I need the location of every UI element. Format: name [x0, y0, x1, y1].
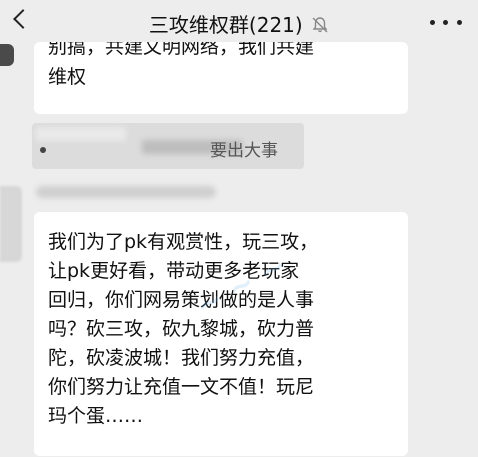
message-bubble: 别搞，共建文明网络，我们共建 维权 — [34, 42, 408, 114]
blurred-text — [36, 127, 126, 141]
message-text: 维权 — [48, 66, 87, 88]
message-bubble: 我们为了pk有观赏性，玩三攻， 让pk更好看，带动更多老玩家 回归，你们网易策划… — [34, 212, 408, 456]
message-text: 别搞，共建文明网络，我们共建 — [48, 42, 315, 58]
more-dots-icon[interactable] — [426, 8, 466, 36]
system-message-text: 要出大事 — [210, 141, 278, 161]
chat-title: 三攻维权群(221) — [148, 13, 303, 37]
chat-title-wrap: 三攻维权群(221) — [0, 9, 478, 39]
bell-muted-icon — [311, 15, 329, 39]
message-text: 我们为了pk有观赏性，玩三攻， 让pk更好看，带动更多老玩家 回归，你们网易策划… — [48, 231, 319, 427]
avatar[interactable] — [0, 44, 14, 66]
bullet-dot — [40, 147, 46, 153]
chat-header: 三攻维权群(221) — [0, 0, 478, 44]
avatar[interactable] — [0, 186, 22, 262]
system-message: 要出大事 — [32, 123, 304, 169]
sender-name-blurred — [36, 186, 216, 198]
